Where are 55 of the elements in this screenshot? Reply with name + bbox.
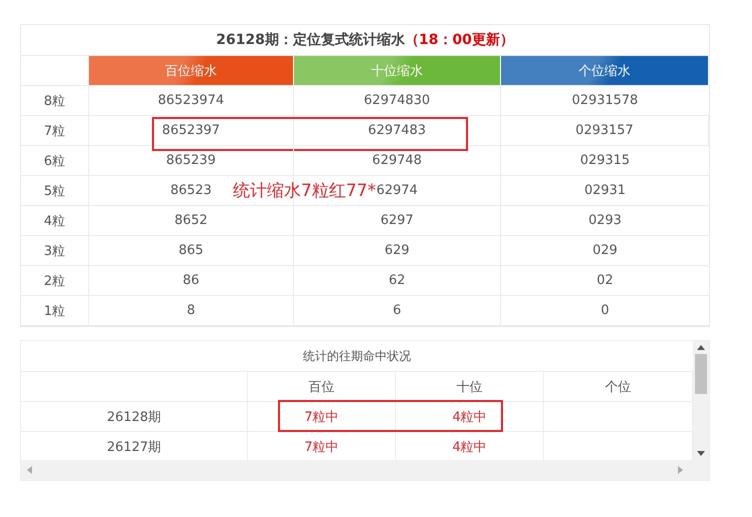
table-cell: 865239 [166,153,216,168]
hit-cell-text: 4粒中 [452,438,487,456]
column-header: 百位 [308,378,334,396]
hit-cell-text: 7粒中 [304,408,339,426]
table-cell: 6297483 [368,123,426,138]
row-label: 2粒 [44,272,66,290]
row-label: 1粒 [44,302,66,320]
table-cell: 02931578 [572,93,638,108]
column-header: 个位 [605,378,631,396]
table-title: 26128期：定位复式统计缩水 [216,31,405,49]
table-cell: 8 [186,303,196,318]
hit-cell-text: 7粒中 [304,438,339,456]
update-time: （18：00更新） [404,31,514,49]
table-cell: 02 [596,273,614,288]
table-cell: 0293 [588,213,622,228]
hit-cell-text: 4粒中 [452,408,487,426]
table-cell: 0 [600,303,610,318]
vertical-scrollbar[interactable] [693,341,709,460]
table-cell: 02931 [584,183,626,198]
table-cell: 62974 [376,183,418,198]
row-label: 3粒 [44,242,66,260]
scroll-right-icon[interactable] [678,466,683,474]
annotation-text: 统计缩水7粒红77* [233,180,376,202]
table-cell: 62 [388,273,406,288]
row-label: 6粒 [44,152,66,170]
column-header: 十位缩水 [294,56,501,85]
table-cell: 029 [592,243,618,258]
column-header: 百位缩水 [89,56,294,85]
table-cell: 0293157 [576,123,634,138]
table-cell: 629748 [372,153,422,168]
row-label: 8粒 [44,92,66,110]
horizontal-scrollbar[interactable] [21,460,709,480]
table-cell: 86523 [170,183,212,198]
table-cell: 8652397 [162,123,220,138]
table-cell: 62974830 [364,93,430,108]
table-cell: 629 [384,243,410,258]
table-title: 统计的往期命中状况 [303,348,411,364]
table-cell: 86523974 [158,93,224,108]
table-cell: 86 [182,273,200,288]
row-label: 7粒 [44,122,66,140]
scroll-thumb[interactable] [695,354,707,394]
table-cell: 6297 [380,213,414,228]
scroll-down-icon[interactable] [697,451,705,456]
row-label: 4粒 [44,212,66,230]
table-cell: 029315 [580,153,630,168]
period-cell-text: 26127期 [106,438,162,456]
row-label: 5粒 [44,182,66,200]
column-header: 个位缩水 [501,56,709,85]
scroll-left-icon[interactable] [27,466,32,474]
column-header: 十位 [456,378,482,396]
table-cell: 8652 [174,213,208,228]
scroll-up-icon[interactable] [697,345,705,350]
period-cell-text: 26128期 [106,408,162,426]
table-cell: 865 [178,243,204,258]
table-cell: 6 [392,303,402,318]
